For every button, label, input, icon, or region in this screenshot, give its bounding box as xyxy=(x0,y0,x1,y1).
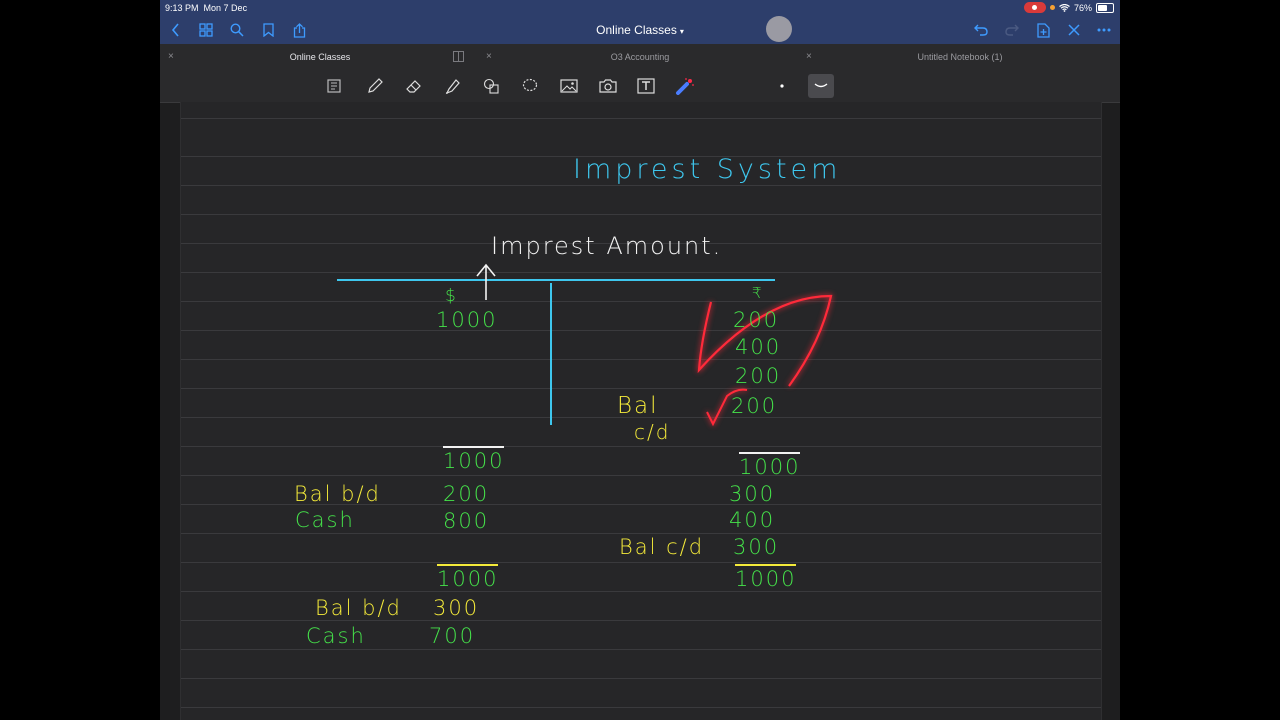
total-right-2: 1000 xyxy=(735,564,797,591)
status-time: 9:13 PM Mon 7 Dec xyxy=(165,3,248,13)
close-icon xyxy=(1068,24,1080,36)
status-bar: 9:13 PM Mon 7 Dec 76% xyxy=(160,0,1120,16)
close-button[interactable] xyxy=(1064,20,1084,40)
undo-button[interactable] xyxy=(971,20,991,40)
lasso-icon xyxy=(522,78,538,92)
bal-label: Bal xyxy=(617,393,659,419)
screen-record-icon xyxy=(1023,2,1046,13)
total-left-2: 1000 xyxy=(437,564,499,591)
pen-tool[interactable] xyxy=(364,76,386,96)
status-right: 76% xyxy=(1023,2,1114,13)
add-page-icon xyxy=(1036,22,1050,38)
total-right-1: 1000 xyxy=(739,452,801,479)
stroke-style-option[interactable] xyxy=(808,74,834,98)
bal-bd-label-1: Bal b/d xyxy=(294,482,381,506)
total-left-1: 1000 xyxy=(443,446,505,473)
tab-bar: × Online Classes × O3 Accounting × Untit… xyxy=(160,44,1120,70)
add-page-button[interactable] xyxy=(1033,20,1053,40)
battery-percent: 76% xyxy=(1073,2,1092,13)
eraser-icon xyxy=(406,80,421,93)
chevron-down-icon: ▾ xyxy=(679,27,684,36)
tab-untitled-notebook[interactable]: × Untitled Notebook (1) xyxy=(800,44,1120,70)
credit-entry-2: 400 xyxy=(735,335,782,359)
cash-value-1: 800 xyxy=(443,509,490,533)
camera-icon xyxy=(599,79,617,93)
laser-pointer-tool[interactable] xyxy=(674,76,696,96)
cash-label-2: Cash xyxy=(306,624,366,648)
shapes-icon xyxy=(483,78,499,94)
read-only-tool[interactable] xyxy=(323,76,345,96)
text-tool[interactable] xyxy=(635,76,657,96)
undo-icon xyxy=(974,24,988,36)
highlighter-tool[interactable] xyxy=(442,76,464,96)
right-entry-300: 300 xyxy=(729,482,776,506)
debit-amount: 1000 xyxy=(436,308,498,332)
notes-app: 9:13 PM Mon 7 Dec 76% Online Classes ▾ ×… xyxy=(160,0,1120,720)
right-entry-400: 400 xyxy=(729,508,776,532)
assistive-touch-button[interactable] xyxy=(766,16,792,42)
bal-bd-label-2: Bal b/d xyxy=(315,596,402,620)
camera-tool[interactable] xyxy=(597,76,619,96)
mic-indicator-icon xyxy=(1049,5,1055,10)
tab-online-classes[interactable]: × Online Classes xyxy=(160,44,480,70)
bal-bd-value-1: 200 xyxy=(443,482,490,506)
laser-pointer-icon xyxy=(676,78,694,95)
tab-o3-accounting[interactable]: × O3 Accounting xyxy=(480,44,800,70)
image-icon xyxy=(560,79,578,93)
thin-stroke-icon xyxy=(780,84,784,88)
bal-bd-value-2: 300 xyxy=(433,596,480,620)
read-only-icon xyxy=(327,79,341,93)
credit-entry-1: 200 xyxy=(733,308,780,332)
note-page[interactable]: Imprest System Imprest Amount. $ 1000 ₹ … xyxy=(180,102,1102,720)
cash-label-1: Cash xyxy=(295,508,355,532)
cd-label: c/d xyxy=(634,420,671,444)
credit-balance: 200 xyxy=(731,394,778,418)
shapes-tool[interactable] xyxy=(480,76,502,96)
text-icon xyxy=(637,78,655,94)
heading-imprest-system: Imprest System xyxy=(573,154,842,185)
pen-icon xyxy=(368,78,383,93)
lasso-tool[interactable] xyxy=(519,76,541,96)
image-tool[interactable] xyxy=(558,76,580,96)
more-button[interactable] xyxy=(1094,20,1114,40)
stroke-style-icon xyxy=(814,83,828,88)
up-arrow-mark xyxy=(476,263,496,300)
more-icon xyxy=(1097,28,1111,32)
nav-bar: Online Classes ▾ xyxy=(160,16,1120,44)
debit-currency-symbol: $ xyxy=(445,286,458,306)
bal-cd-value-2: 300 xyxy=(733,535,780,559)
thin-stroke-option[interactable] xyxy=(771,76,793,96)
credit-currency-symbol: ₹ xyxy=(752,284,764,302)
cash-value-2: 700 xyxy=(429,624,476,648)
redo-icon xyxy=(1005,24,1019,36)
battery-icon xyxy=(1096,2,1114,13)
wifi-icon xyxy=(1059,3,1070,12)
eraser-tool[interactable] xyxy=(403,76,425,96)
credit-entry-3: 200 xyxy=(735,364,782,388)
bal-cd-label-2: Bal c/d xyxy=(619,535,705,559)
drawing-toolbar xyxy=(160,70,1120,103)
redo-button[interactable] xyxy=(1002,20,1022,40)
subheading-imprest-amount: Imprest Amount. xyxy=(491,232,723,260)
highlighter-icon xyxy=(445,79,460,95)
split-view-icon[interactable] xyxy=(453,51,464,62)
